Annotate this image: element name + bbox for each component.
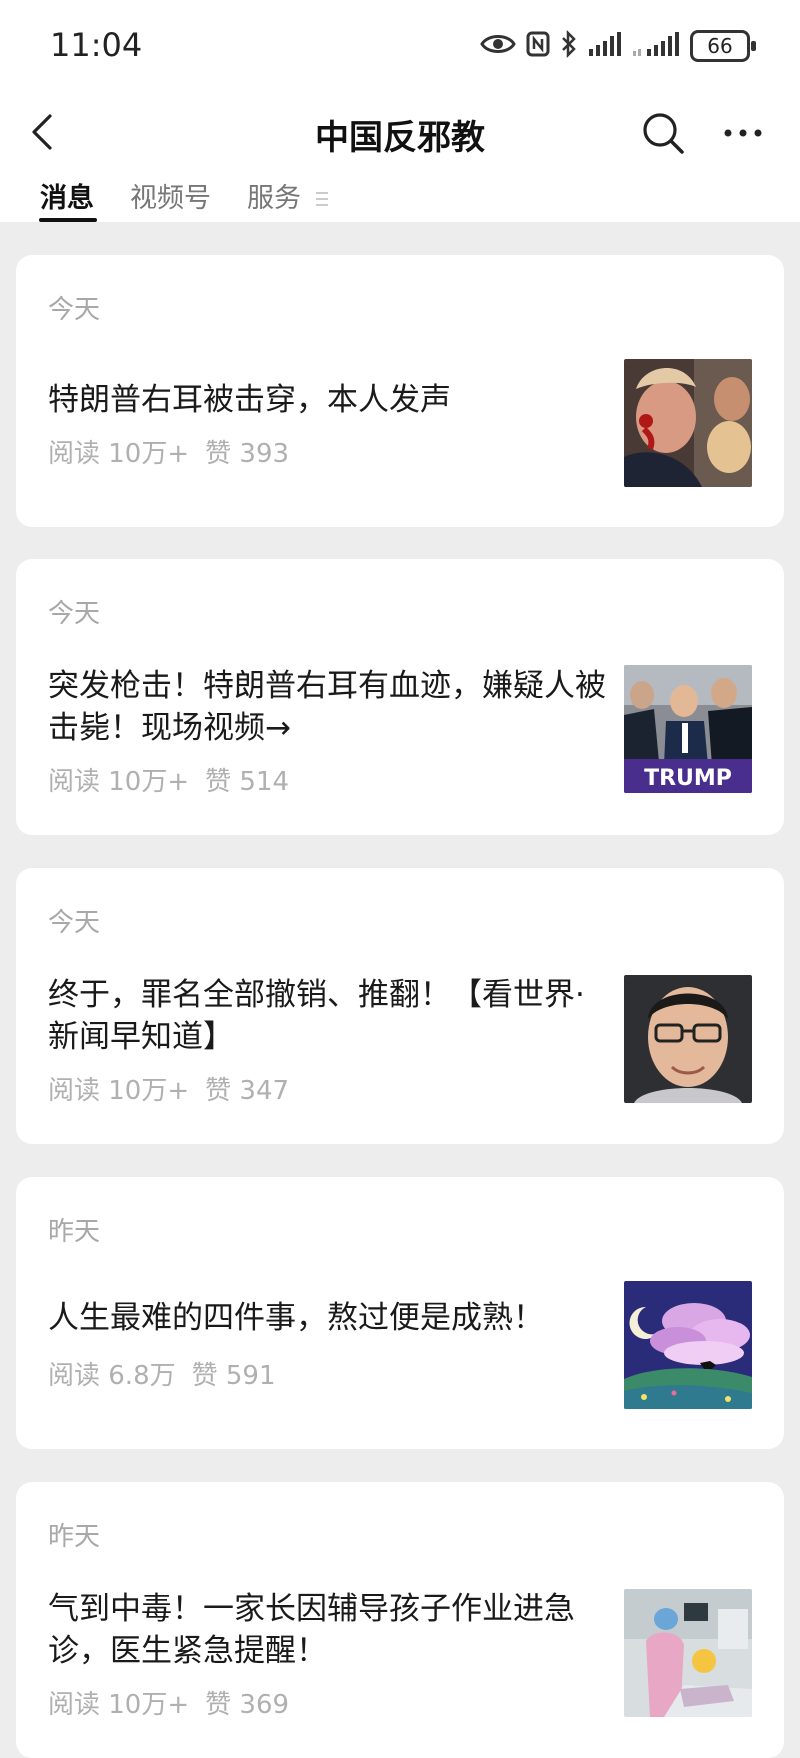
article-thumbnail[interactable]	[624, 1281, 752, 1409]
read-count: 阅读 6.8万	[48, 1361, 176, 1391]
article-thumbnail[interactable]: TRUMP	[624, 665, 752, 793]
article-thumbnail[interactable]	[624, 359, 752, 487]
read-count: 阅读 10万+	[48, 1690, 190, 1720]
article-meta: 阅读 6.8万赞 591	[48, 1355, 292, 1392]
article-thumbnail[interactable]	[624, 975, 752, 1103]
article-date: 昨天	[48, 1217, 101, 1247]
more-dots-icon	[720, 129, 766, 160]
article-card[interactable]: 昨天 人生最难的四件事，熬过便是成熟！ 阅读 6.8万赞 591	[16, 1177, 784, 1449]
bluetooth-icon	[560, 29, 578, 62]
article-date: 今天	[48, 599, 101, 629]
article-meta: 阅读 10万+ 赞 369	[48, 1684, 305, 1721]
tab-services[interactable]: 服务	[247, 176, 330, 222]
tab-bar: 消息 视频号 服务	[39, 176, 330, 222]
like-count: 赞 369	[205, 1690, 290, 1720]
article-meta: 阅读 10万+ 赞 347	[48, 1070, 305, 1107]
tab-services-label: 服务	[247, 183, 301, 214]
search-button[interactable]	[640, 110, 686, 156]
article-card[interactable]: 今天 突发枪击！特朗普右耳有血迹，嫌疑人被击毙！现场视频→ 阅读 10万+ 赞 5…	[16, 559, 784, 835]
tab-messages[interactable]: 消息	[39, 176, 97, 222]
article-title[interactable]: 气到中毒！一家长因辅导孩子作业进急诊，医生紧急提醒！	[48, 1588, 608, 1672]
article-date: 今天	[48, 295, 101, 325]
read-count: 阅读 10万+	[48, 439, 190, 469]
article-title[interactable]: 特朗普右耳被击穿，本人发声	[48, 379, 608, 421]
article-card[interactable]: 今天 终于，罪名全部撤销、推翻！【看世界·新闻早知道】 阅读 10万+ 赞 347	[16, 868, 784, 1144]
nfc-icon	[526, 31, 550, 61]
article-title[interactable]: 终于，罪名全部撤销、推翻！【看世界·新闻早知道】	[48, 974, 608, 1058]
like-count: 赞 514	[205, 767, 290, 797]
like-count: 赞 347	[205, 1076, 290, 1106]
more-button[interactable]	[720, 110, 766, 156]
status-icons: 66	[480, 28, 756, 64]
read-count: 阅读 10万+	[48, 1076, 190, 1106]
read-count: 阅读 10万+	[48, 767, 190, 797]
nav-bar: 中国反邪教	[0, 100, 800, 166]
article-thumbnail[interactable]	[624, 1589, 752, 1717]
like-count: 赞 393	[205, 439, 290, 469]
signal-2-icon	[632, 31, 680, 61]
battery-indicator: 66	[690, 30, 756, 62]
status-bar: 11:04 66	[0, 0, 800, 92]
article-meta: 阅读 10万+ 赞 514	[48, 761, 305, 798]
search-icon	[640, 113, 686, 160]
article-date: 昨天	[48, 1522, 101, 1552]
tab-channels[interactable]: 视频号	[130, 176, 211, 222]
like-count: 赞 591	[191, 1361, 276, 1391]
article-date: 今天	[48, 908, 101, 938]
article-card[interactable]: 昨天 气到中毒！一家长因辅导孩子作业进急诊，医生紧急提醒！ 阅读 10万+ 赞 3…	[16, 1482, 784, 1758]
signal-icon	[588, 31, 622, 61]
article-meta: 阅读 10万+ 赞 393	[48, 433, 305, 470]
status-time: 11:04	[50, 26, 143, 64]
top-bar: 11:04 66 中国反邪教 消息 视频号 服务	[0, 0, 800, 222]
menu-icon	[315, 184, 330, 215]
article-title[interactable]: 突发枪击！特朗普右耳有血迹，嫌疑人被击毙！现场视频→	[48, 665, 608, 749]
article-title[interactable]: 人生最难的四件事，熬过便是成熟！	[48, 1297, 608, 1339]
thumbnail-sign-text: TRUMP	[644, 766, 732, 791]
eye-icon	[480, 32, 516, 60]
article-card[interactable]: 今天 特朗普右耳被击穿，本人发声 阅读 10万+ 赞 393	[16, 255, 784, 527]
